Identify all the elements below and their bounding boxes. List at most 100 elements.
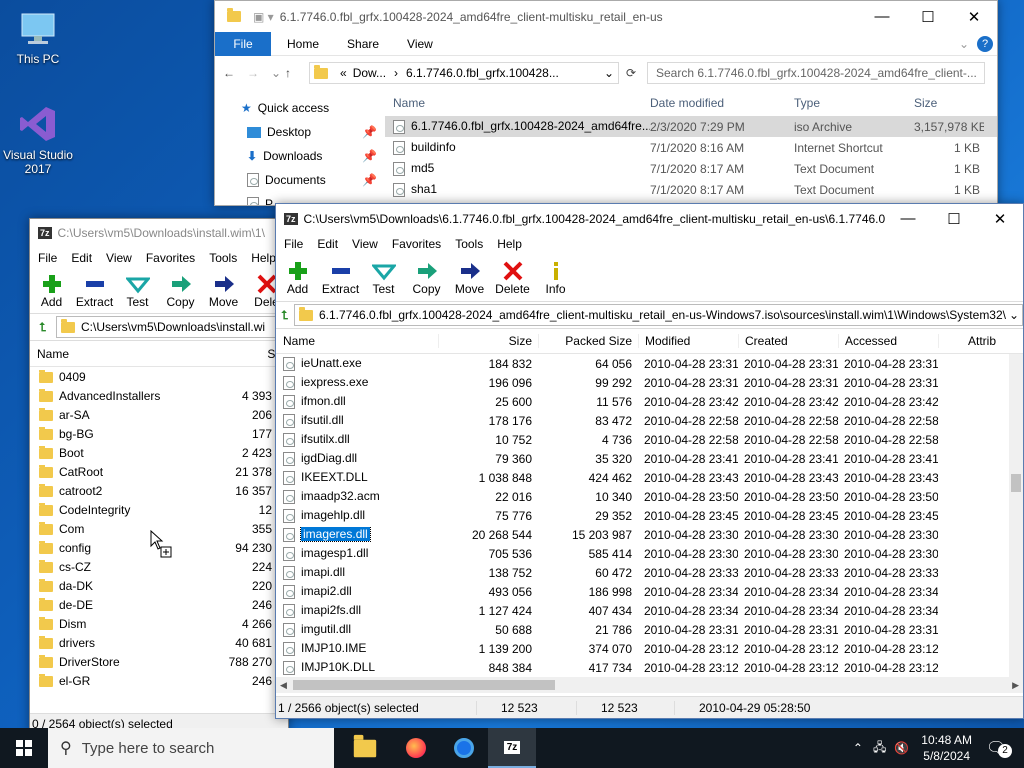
tab-home[interactable]: Home	[287, 37, 319, 51]
folder-row[interactable]: ar-SA 206 3	[30, 405, 288, 424]
network-icon[interactable]: 🖧	[873, 738, 886, 759]
zip-left-address-input[interactable]: C:\Users\vm5\Downloads\install.wi	[56, 316, 288, 338]
menu-edit[interactable]: Edit	[71, 251, 92, 265]
archive-file-row[interactable]: IMJP10K.DLL 848 384 417 734 2010-04-28 23:1…	[276, 658, 1009, 677]
visual-studio-shortcut[interactable]: Visual Studio 2017	[2, 104, 74, 176]
address-bar[interactable]: « Dow... › 6.1.7746.0.fbl_grfx.100428...…	[309, 62, 619, 84]
archive-file-row[interactable]: ifsutil.dll 178 176 83 472 2010-04-28 22:58…	[276, 411, 1009, 430]
zip-main-address-input[interactable]: 6.1.7746.0.fbl_grfx.100428-2024_amd64fre…	[293, 304, 1023, 326]
column-name[interactable]: Name	[389, 96, 650, 110]
chevron-down-icon[interactable]: ⌄	[604, 66, 614, 80]
explorer-file-row[interactable]: buildinfo 7/1/2020 8:16 AM Internet Shortc…	[385, 137, 997, 158]
delete-button[interactable]: Delete	[491, 260, 534, 296]
archive-file-row[interactable]: imgutil.dll 50 688 21 786 2010-04-28 23:31 2…	[276, 620, 1009, 639]
archive-file-row[interactable]: IMJP10.IME 1 139 200 374 070 2010-04-28 23:…	[276, 639, 1009, 658]
nav-documents[interactable]: Documents 📌	[215, 168, 385, 192]
quick-access-toolbar[interactable]: ▣ ▾	[253, 10, 274, 24]
up-arrow-icon[interactable]: ↑	[285, 66, 309, 80]
folder-row[interactable]: CatRoot 21 378 1	[30, 462, 288, 481]
info-button[interactable]: Info	[534, 260, 577, 296]
taskbar-search-box[interactable]: ⚲ Type here to search	[48, 728, 334, 768]
scrollbar-thumb[interactable]	[292, 680, 555, 690]
tab-view[interactable]: View	[407, 37, 433, 51]
extract-button[interactable]: Extract	[319, 260, 362, 296]
tab-share[interactable]: Share	[347, 37, 379, 51]
menu-file[interactable]: File	[38, 251, 57, 265]
archive-file-row[interactable]: imagesp1.dll 705 536 585 414 2010-04-28 23:…	[276, 544, 1009, 563]
nav-desktop[interactable]: Desktop 📌	[215, 120, 385, 144]
vertical-scrollbar[interactable]	[1009, 354, 1023, 677]
refresh-icon[interactable]: ⟳	[619, 66, 643, 80]
add-button[interactable]: Add	[276, 260, 319, 296]
column-created[interactable]: Created	[738, 334, 838, 348]
menu-tools[interactable]: Tools	[455, 237, 483, 251]
folder-row[interactable]: da-DK 220 6	[30, 576, 288, 595]
archive-file-row[interactable]: ieUnatt.exe 184 832 64 056 2010-04-28 23:31…	[276, 354, 1009, 373]
test-button[interactable]: Test	[116, 273, 159, 309]
address-segment[interactable]: 6.1.7746.0.fbl_grfx.100428...	[406, 66, 604, 80]
menu-favorites[interactable]: Favorites	[146, 251, 195, 265]
scrollbar-thumb[interactable]	[1011, 474, 1021, 492]
chevron-down-icon[interactable]: ⌄	[959, 37, 969, 51]
test-button[interactable]: Test	[362, 260, 405, 296]
tab-file[interactable]: File	[215, 31, 271, 56]
folder-row[interactable]: Dism 4 266 4	[30, 614, 288, 633]
menu-edit[interactable]: Edit	[317, 237, 338, 251]
copy-button[interactable]: Copy	[405, 260, 448, 296]
notifications-button[interactable]: 🗨 2	[986, 738, 1016, 758]
column-type[interactable]: Type	[794, 96, 914, 110]
volume-muted-icon[interactable]: 🔇	[894, 741, 909, 755]
move-button[interactable]: Move	[448, 260, 491, 296]
menu-help[interactable]: Help	[497, 237, 522, 251]
explorer-file-row[interactable]: 6.1.7746.0.fbl_grfx.100428-2024_amd64fre…	[385, 116, 997, 137]
maximize-button[interactable]: ☐	[931, 204, 977, 234]
back-arrow-icon[interactable]: ←	[223, 66, 247, 80]
address-segment[interactable]: Dow...	[353, 66, 386, 80]
firefox-taskbar-button[interactable]	[392, 728, 440, 768]
archive-file-row[interactable]: imapi2.dll 493 056 186 998 2010-04-28 23:34…	[276, 582, 1009, 601]
menu-help[interactable]: Help	[251, 251, 276, 265]
add-button[interactable]: Add	[30, 273, 73, 309]
column-size[interactable]: Size	[438, 334, 538, 348]
up-folder-icon[interactable]: ⮤	[30, 320, 56, 335]
folder-row[interactable]: Boot 2 423 2	[30, 443, 288, 462]
nav-quick-access[interactable]: ★ Quick access	[215, 96, 385, 120]
menu-view[interactable]: View	[352, 237, 378, 251]
column-modified[interactable]: Modified	[638, 334, 738, 348]
clock[interactable]: 10:48 AM 5/8/2024	[921, 732, 972, 764]
archive-file-row[interactable]: iexpress.exe 196 096 99 292 2010-04-28 23:3…	[276, 373, 1009, 392]
menu-view[interactable]: View	[106, 251, 132, 265]
menu-tools[interactable]: Tools	[209, 251, 237, 265]
file-explorer-taskbar-button[interactable]	[344, 728, 392, 768]
search-input[interactable]: Search 6.1.7746.0.fbl_grfx.100428-2024_a…	[647, 62, 985, 84]
archive-file-row[interactable]: imageres.dll 20 268 544 15 203 987 2010-04-…	[276, 525, 1009, 544]
start-button[interactable]	[0, 728, 48, 768]
chevron-up-icon[interactable]: ⌃	[853, 741, 863, 755]
close-button[interactable]: ✕	[977, 204, 1023, 234]
column-attrib[interactable]: Attrib	[938, 334, 1008, 348]
archive-file-row[interactable]: IKEEXT.DLL 1 038 848 424 462 2010-04-28 23:…	[276, 468, 1009, 487]
explorer-file-row[interactable]: sha1 7/1/2020 8:17 AM Text Document 1 KB	[385, 179, 997, 200]
archive-file-row[interactable]: imaadp32.acm 22 016 10 340 2010-04-28 23:50…	[276, 487, 1009, 506]
scroll-right-icon[interactable]: ▶	[1012, 680, 1019, 691]
nav-downloads[interactable]: ⬇ Downloads 📌	[215, 144, 385, 168]
7zip-taskbar-button[interactable]: 7z	[488, 728, 536, 768]
scroll-left-icon[interactable]: ◀	[280, 680, 287, 691]
forward-arrow-icon[interactable]: →	[247, 66, 271, 80]
horizontal-scrollbar[interactable]: ◀ ▶	[276, 677, 1023, 693]
recent-dropdown-icon[interactable]: ⌄	[271, 66, 285, 80]
column-size[interactable]: Size	[914, 96, 984, 110]
folder-row[interactable]: 0409	[30, 367, 288, 386]
folder-row[interactable]: DriverStore 788 270 5	[30, 652, 288, 671]
menu-file[interactable]: File	[284, 237, 303, 251]
minimize-button[interactable]: —	[859, 2, 905, 32]
chrome-taskbar-button[interactable]	[440, 728, 488, 768]
this-pc-shortcut[interactable]: This PC	[2, 8, 74, 66]
column-name[interactable]: Name	[30, 347, 192, 361]
column-name[interactable]: Name	[276, 334, 438, 348]
archive-file-row[interactable]: ifsutilx.dll 10 752 4 736 2010-04-28 22:58 2…	[276, 430, 1009, 449]
extract-button[interactable]: Extract	[73, 273, 116, 309]
explorer-file-row[interactable]: md5 7/1/2020 8:17 AM Text Document 1 KB	[385, 158, 997, 179]
up-folder-icon[interactable]: ⮤	[276, 308, 294, 323]
archive-file-row[interactable]: imapi.dll 138 752 60 472 2010-04-28 23:33 20…	[276, 563, 1009, 582]
